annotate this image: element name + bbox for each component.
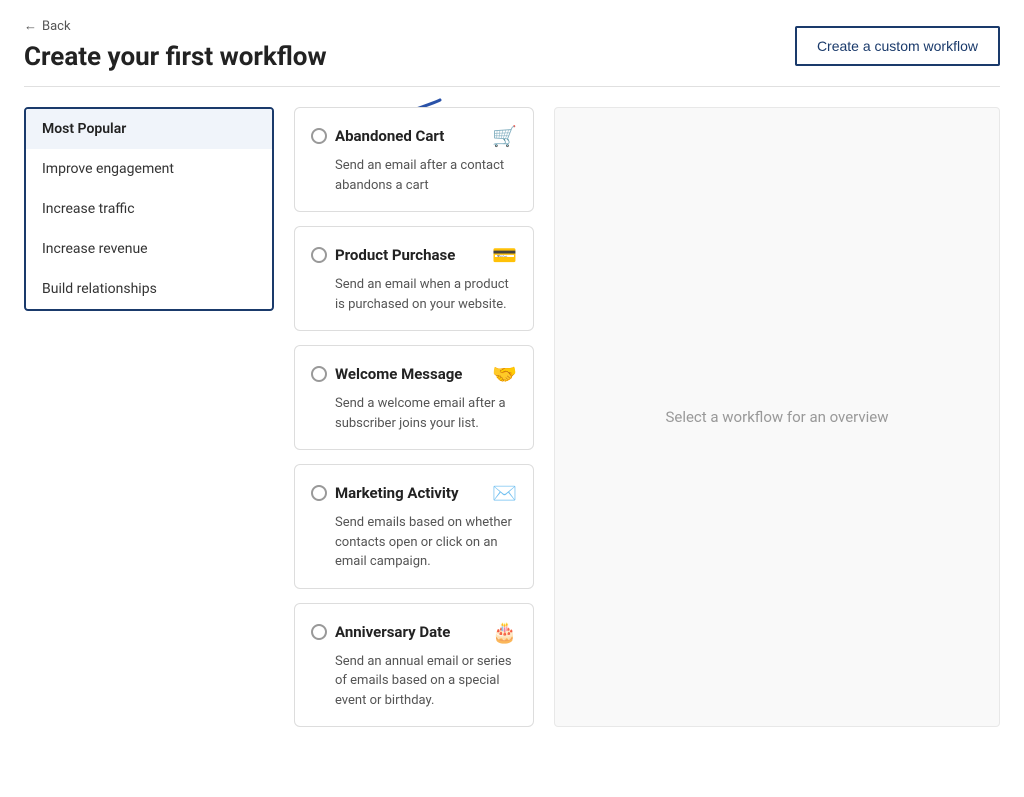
back-label: Back bbox=[42, 19, 71, 34]
create-custom-workflow-button[interactable]: Create a custom workflow bbox=[795, 26, 1000, 66]
main-content: Most Popular Improve engagement Increase… bbox=[0, 87, 1024, 747]
workflow-radio-abandoned-cart[interactable] bbox=[311, 128, 327, 144]
workflow-card-header: Abandoned Cart 🛒 bbox=[311, 124, 517, 148]
cart-icon: 🛒 bbox=[492, 124, 517, 148]
workflow-title-marketing-activity: Marketing Activity bbox=[335, 484, 459, 502]
workflow-title-abandoned-cart: Abandoned Cart bbox=[335, 127, 444, 145]
overview-panel: Select a workflow for an overview bbox=[554, 107, 1000, 727]
workflow-card-header: Marketing Activity ✉️ bbox=[311, 481, 517, 505]
cake-icon: 🎂 bbox=[492, 620, 517, 644]
workflow-card-product-purchase[interactable]: Product Purchase 💳 Send an email when a … bbox=[294, 226, 534, 331]
workflow-title-welcome-message: Welcome Message bbox=[335, 365, 462, 383]
workflow-desc-abandoned-cart: Send an email after a contact abandons a… bbox=[311, 156, 517, 195]
workflow-desc-anniversary-date: Send an annual email or series of emails… bbox=[311, 652, 517, 711]
workflow-desc-product-purchase: Send an email when a product is purchase… bbox=[311, 275, 517, 314]
workflow-list: Abandoned Cart 🛒 Send an email after a c… bbox=[294, 107, 534, 727]
workflow-card-anniversary-date[interactable]: Anniversary Date 🎂 Send an annual email … bbox=[294, 603, 534, 728]
workflow-card-header: Anniversary Date 🎂 bbox=[311, 620, 517, 644]
workflow-radio-product-purchase[interactable] bbox=[311, 247, 327, 263]
workflow-radio-anniversary-date[interactable] bbox=[311, 624, 327, 640]
workflow-card-welcome-message[interactable]: Welcome Message 🤝 Send a welcome email a… bbox=[294, 345, 534, 450]
overview-placeholder: Select a workflow for an overview bbox=[665, 408, 888, 426]
sidebar-item-build-relationships[interactable]: Build relationships bbox=[26, 269, 272, 309]
workflow-card-marketing-activity[interactable]: Marketing Activity ✉️ Send emails based … bbox=[294, 464, 534, 589]
workflow-radio-marketing-activity[interactable] bbox=[311, 485, 327, 501]
category-sidebar: Most Popular Improve engagement Increase… bbox=[24, 107, 274, 311]
page-title: Create your first workflow bbox=[24, 42, 327, 72]
sidebar-item-improve-engagement[interactable]: Improve engagement bbox=[26, 149, 272, 189]
sidebar-item-increase-traffic[interactable]: Increase traffic bbox=[26, 189, 272, 229]
back-arrow-icon: ← bbox=[24, 18, 37, 34]
workflow-card-abandoned-cart[interactable]: Abandoned Cart 🛒 Send an email after a c… bbox=[294, 107, 534, 212]
workflow-card-header: Product Purchase 💳 bbox=[311, 243, 517, 267]
workflow-title-product-purchase: Product Purchase bbox=[335, 246, 455, 264]
credit-card-icon: 💳 bbox=[492, 243, 517, 267]
workflow-radio-welcome-message[interactable] bbox=[311, 366, 327, 382]
workflow-desc-marketing-activity: Send emails based on whether contacts op… bbox=[311, 513, 517, 572]
handshake-icon: 🤝 bbox=[492, 362, 517, 386]
email-icon: ✉️ bbox=[492, 481, 517, 505]
back-link[interactable]: ← Back bbox=[24, 18, 327, 34]
workflow-card-header: Welcome Message 🤝 bbox=[311, 362, 517, 386]
workflow-title-anniversary-date: Anniversary Date bbox=[335, 623, 450, 641]
workflow-desc-welcome-message: Send a welcome email after a subscriber … bbox=[311, 394, 517, 433]
page-header: ← Back Create your first workflow Create… bbox=[0, 0, 1024, 72]
sidebar-item-most-popular[interactable]: Most Popular bbox=[26, 109, 272, 149]
sidebar-item-increase-revenue[interactable]: Increase revenue bbox=[26, 229, 272, 269]
